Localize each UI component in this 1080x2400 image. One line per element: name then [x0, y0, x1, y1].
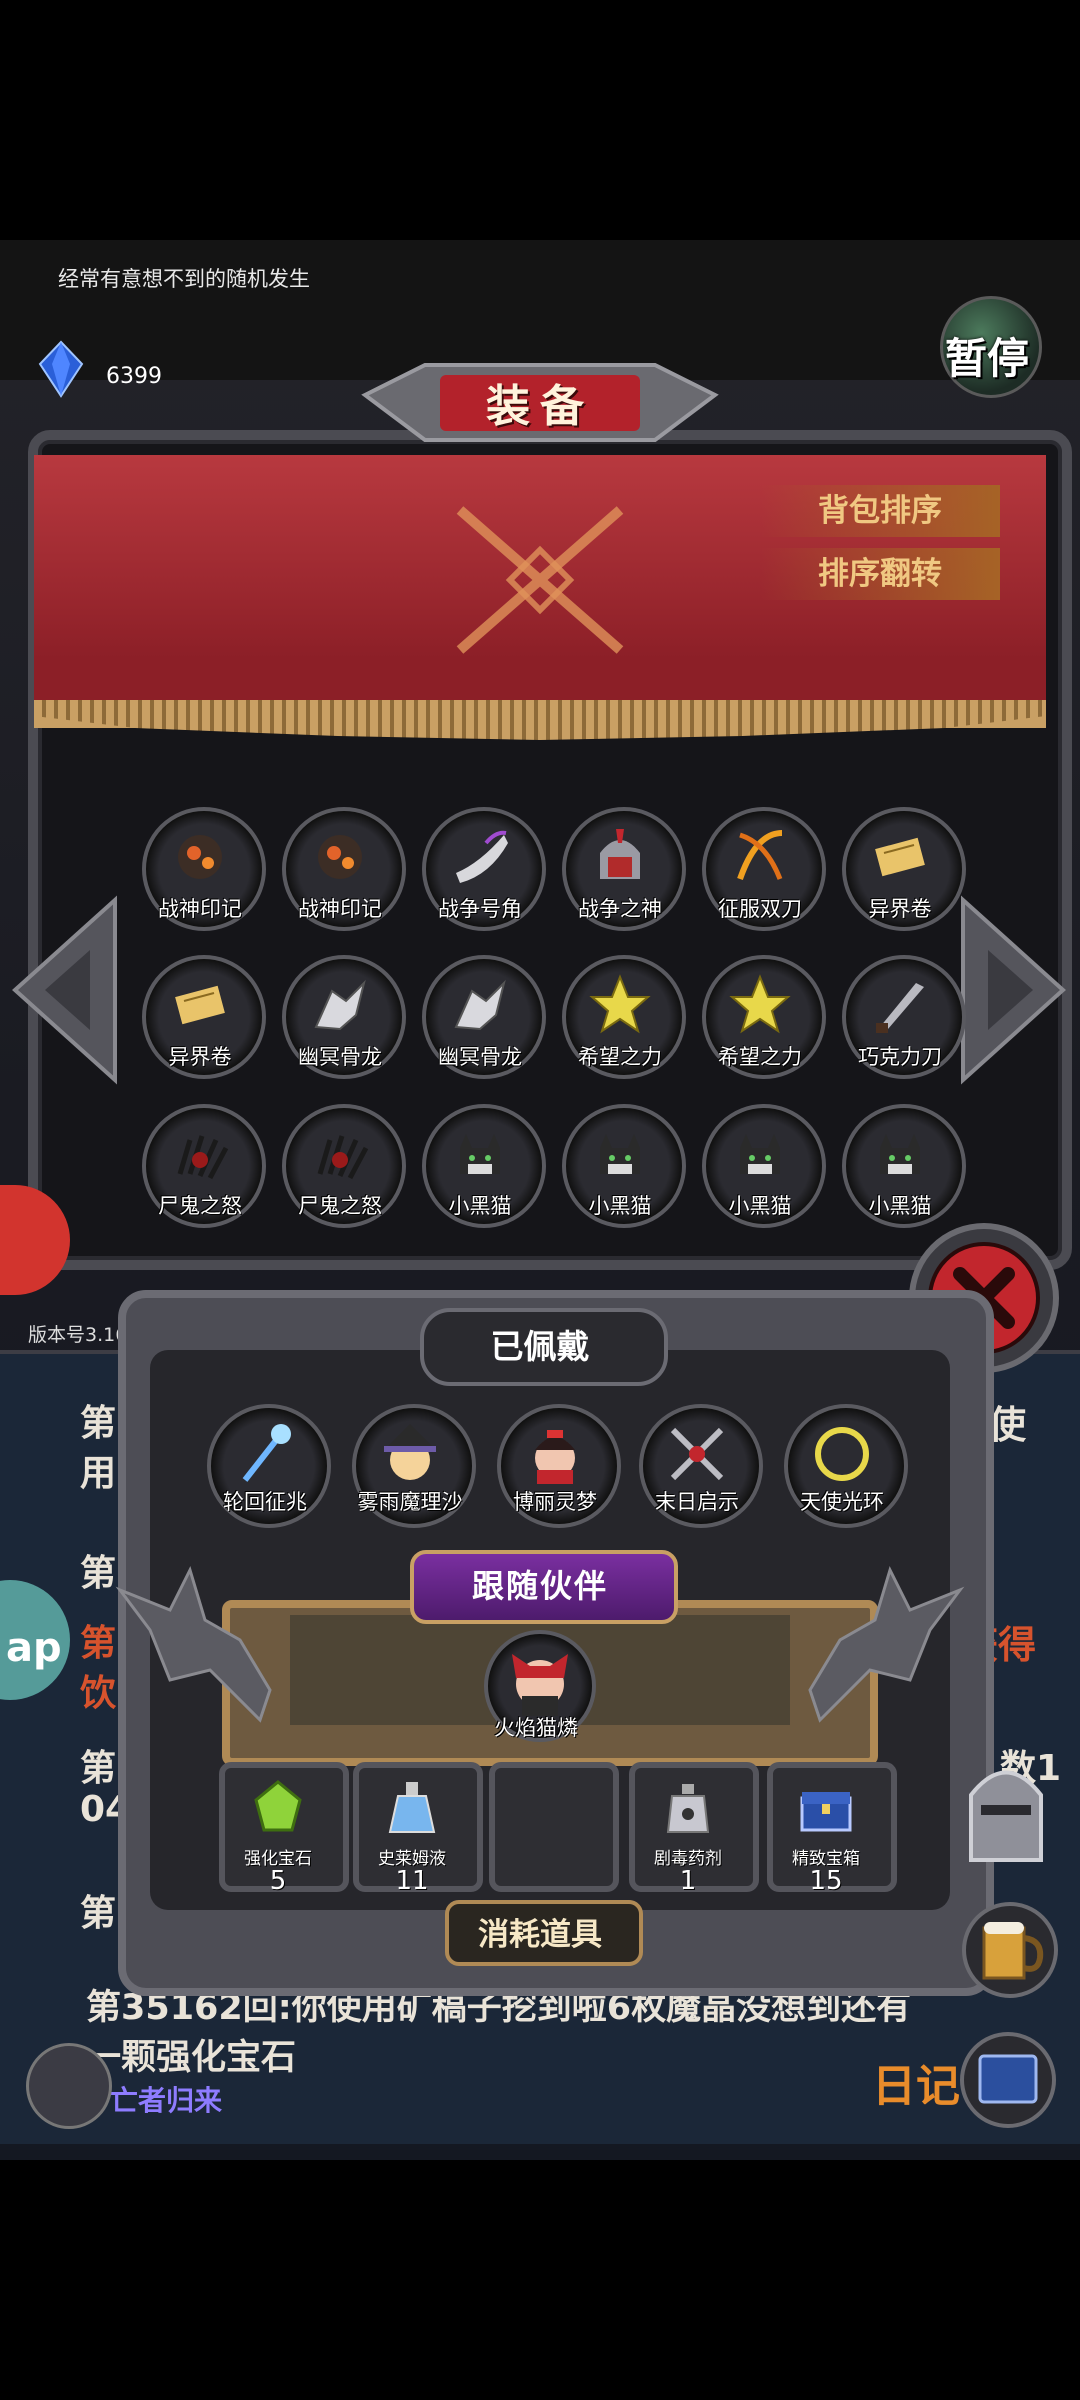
ice-staff-icon	[231, 1420, 299, 1492]
inventory-slot-label: 异界卷	[168, 1045, 232, 1069]
consumable-count: 1	[679, 1866, 697, 1896]
inventory-slot-label: 小黑猫	[728, 1194, 792, 1218]
ore-icon	[166, 823, 234, 895]
inventory-slot-label: 希望之力	[718, 1045, 802, 1069]
witch-portrait-icon	[376, 1420, 444, 1492]
app-bubble-label: ap	[6, 1625, 62, 1671]
scroll-icon	[166, 971, 234, 1043]
potion-icon	[378, 1774, 446, 1846]
previous-page-arrow-icon[interactable]	[10, 890, 120, 1090]
halo-icon	[808, 1420, 876, 1492]
black-cat-icon	[866, 1120, 934, 1192]
tip-text: 经常有意想不到的随机发生	[58, 267, 310, 291]
consumable-slot[interactable]	[489, 1762, 619, 1892]
scroll-icon	[866, 823, 934, 895]
inventory-slot-label: 幽冥骨龙	[298, 1045, 382, 1069]
inventory-slot-label: 小黑猫	[448, 1194, 512, 1218]
sort-backpack-button[interactable]: 背包排序	[760, 485, 1000, 537]
black-cat-icon	[586, 1120, 654, 1192]
poison-bottle-icon	[654, 1774, 722, 1846]
next-page-arrow-icon[interactable]	[958, 890, 1068, 1090]
beer-mug-icon[interactable]	[960, 1900, 1060, 2000]
equipped-title: 已佩戴	[490, 1327, 590, 1366]
equipped-slot-label: 雾雨魔理沙	[357, 1490, 463, 1514]
crossed-weapons-icon	[663, 1420, 731, 1492]
inventory-slot-label: 尸鬼之怒	[158, 1194, 242, 1218]
consumable-count: 15	[809, 1866, 843, 1896]
inventory-slot-label: 征服双刀	[718, 897, 802, 921]
hero-avatar[interactable]	[26, 2043, 112, 2129]
pause-label: 暂停	[945, 334, 1030, 383]
inventory-slot-label: 战争号角	[438, 897, 522, 921]
claw-icon	[306, 1120, 374, 1192]
black-cat-icon	[726, 1120, 794, 1192]
panel-title: 装备	[486, 381, 594, 432]
blue-gem-icon	[38, 340, 84, 398]
sort-reverse-button[interactable]: 排序翻转	[760, 548, 1000, 600]
ore-icon	[306, 823, 374, 895]
dragon-statue-icon	[808, 1565, 965, 1723]
inventory-slot-label: 小黑猫	[588, 1194, 652, 1218]
inventory-slot-label: 战争之神	[578, 897, 662, 921]
bone-dragon-icon	[306, 971, 374, 1043]
war-god-helmet-icon	[586, 823, 654, 895]
inventory-slot-label: 尸鬼之怒	[298, 1194, 382, 1218]
bone-dragon-icon	[446, 971, 514, 1043]
consumable-count: 11	[395, 1866, 429, 1896]
inventory-slot-label: 战神印记	[158, 897, 242, 921]
companion-title: 跟随伙伴	[471, 1567, 608, 1605]
green-gem-icon	[244, 1774, 312, 1846]
equipped-slot-label: 末日启示	[655, 1490, 739, 1514]
cat-girl-portrait-icon	[512, 1654, 568, 1716]
treasure-chest-icon	[792, 1774, 860, 1846]
companion-label: 火焰猫燐	[494, 1716, 578, 1740]
equipped-slot-label: 天使光环	[800, 1490, 884, 1514]
inventory-slot-label: 异界卷	[868, 897, 932, 921]
inventory-slot-label: 战神印记	[298, 897, 382, 921]
equipped-slot-label: 轮回征兆	[223, 1490, 307, 1514]
horn-icon	[446, 823, 514, 895]
black-cat-icon	[446, 1120, 514, 1192]
shrine-maiden-portrait-icon	[521, 1420, 589, 1492]
inventory-slot-label: 小黑猫	[868, 1194, 932, 1218]
diary-label[interactable]: 日记	[872, 2050, 960, 2114]
currency-count: 6399	[106, 364, 162, 389]
diary-book-icon[interactable]	[958, 2030, 1058, 2130]
version-label: 版本号3.16	[28, 1324, 128, 1346]
equipped-slot-label: 博丽灵梦	[513, 1490, 597, 1514]
consumable-count: 5	[269, 1866, 287, 1896]
inventory-slot-label: 幽冥骨龙	[438, 1045, 522, 1069]
consumables-title: 消耗道具	[478, 1917, 602, 1953]
knife-icon	[866, 971, 934, 1043]
inventory-slot-label: 希望之力	[578, 1045, 662, 1069]
star-icon	[726, 971, 794, 1043]
inventory-slot-label: 巧克力刀	[858, 1045, 942, 1069]
knight-helmet-icon[interactable]	[956, 1750, 1056, 1870]
star-icon	[586, 971, 654, 1043]
twin-blades-icon	[726, 823, 794, 895]
dragon-statue-icon	[115, 1565, 272, 1723]
crossed-swords-crest-icon	[456, 506, 624, 654]
claw-icon	[166, 1120, 234, 1192]
